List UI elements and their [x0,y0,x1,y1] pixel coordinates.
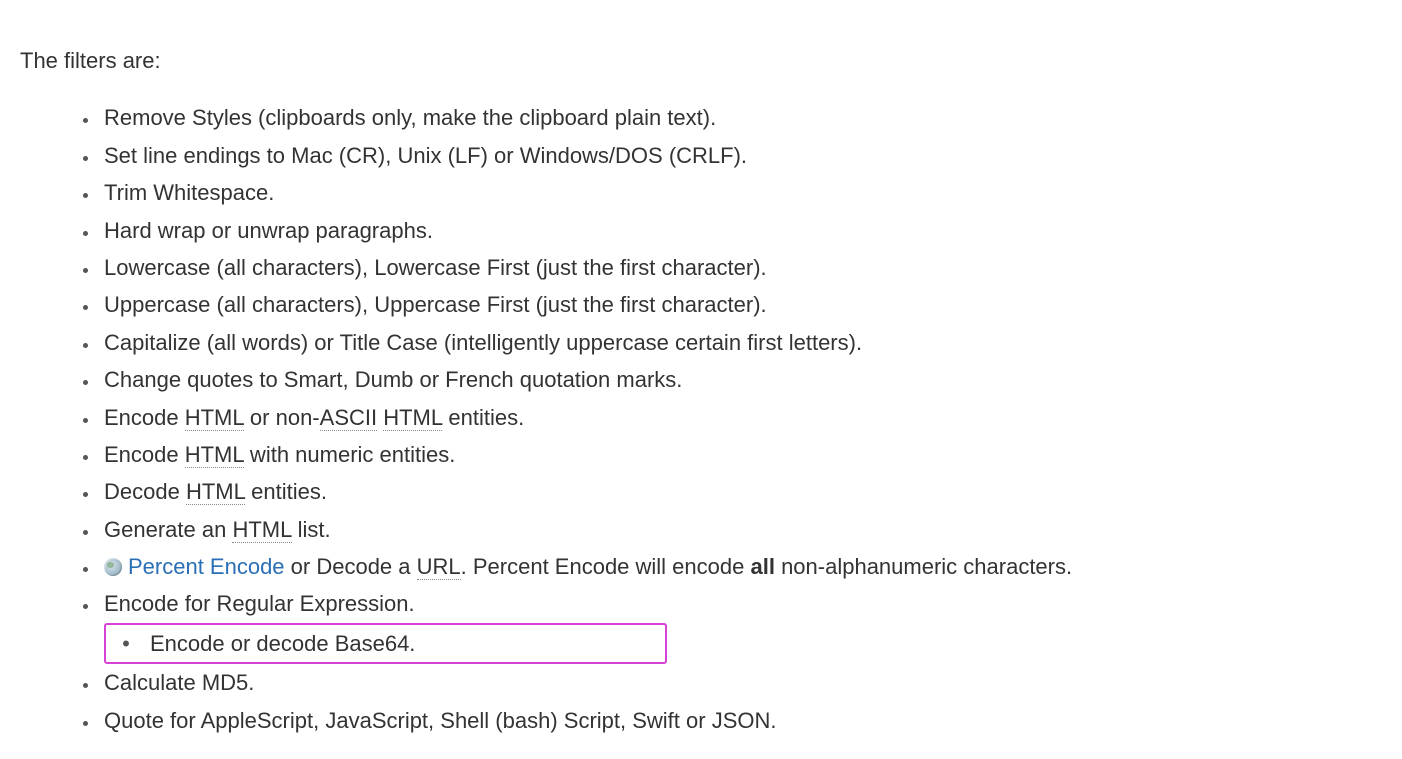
list-item: Decode HTML entities. [100,473,1382,510]
list-item: Encode or decode Base64. [100,623,1382,664]
list-item: Trim Whitespace. [100,174,1382,211]
list-item: Lowercase (all characters), Lowercase Fi… [100,249,1382,286]
abbr-url: URL [417,554,461,580]
list-item: Generate an HTML list. [100,511,1382,548]
abbr-html: HTML [232,517,291,543]
filters-list: Remove Styles (clipboards only, make the… [20,99,1382,739]
highlight-box: Encode or decode Base64. [104,623,667,664]
list-item-text: Encode or decode Base64. [106,631,415,656]
globe-icon [104,558,122,576]
list-item: Encode HTML or non-ASCII HTML entities. [100,399,1382,436]
abbr-html: HTML [185,442,244,468]
list-item: Calculate MD5. [100,664,1382,701]
abbr-html: HTML [186,479,245,505]
list-item: Encode for Regular Expression. [100,585,1382,622]
abbr-ascii: ASCII [320,405,377,431]
bold-text: all [750,554,774,579]
intro-text: The filters are: [20,42,1382,79]
list-item: Quote for AppleScript, JavaScript, Shell… [100,702,1382,739]
abbr-html: HTML [383,405,442,431]
list-item: Uppercase (all characters), Uppercase Fi… [100,286,1382,323]
abbr-html: HTML [185,405,244,431]
list-item: Hard wrap or unwrap paragraphs. [100,212,1382,249]
list-item: Set line endings to Mac (CR), Unix (LF) … [100,137,1382,174]
link-percent-encode[interactable]: Percent Encode [128,554,285,579]
list-item: Encode HTML with numeric entities. [100,436,1382,473]
list-item: Change quotes to Smart, Dumb or French q… [100,361,1382,398]
list-item: Percent Encode or Decode a URL. Percent … [100,548,1382,585]
list-item: Capitalize (all words) or Title Case (in… [100,324,1382,361]
list-item: Remove Styles (clipboards only, make the… [100,99,1382,136]
